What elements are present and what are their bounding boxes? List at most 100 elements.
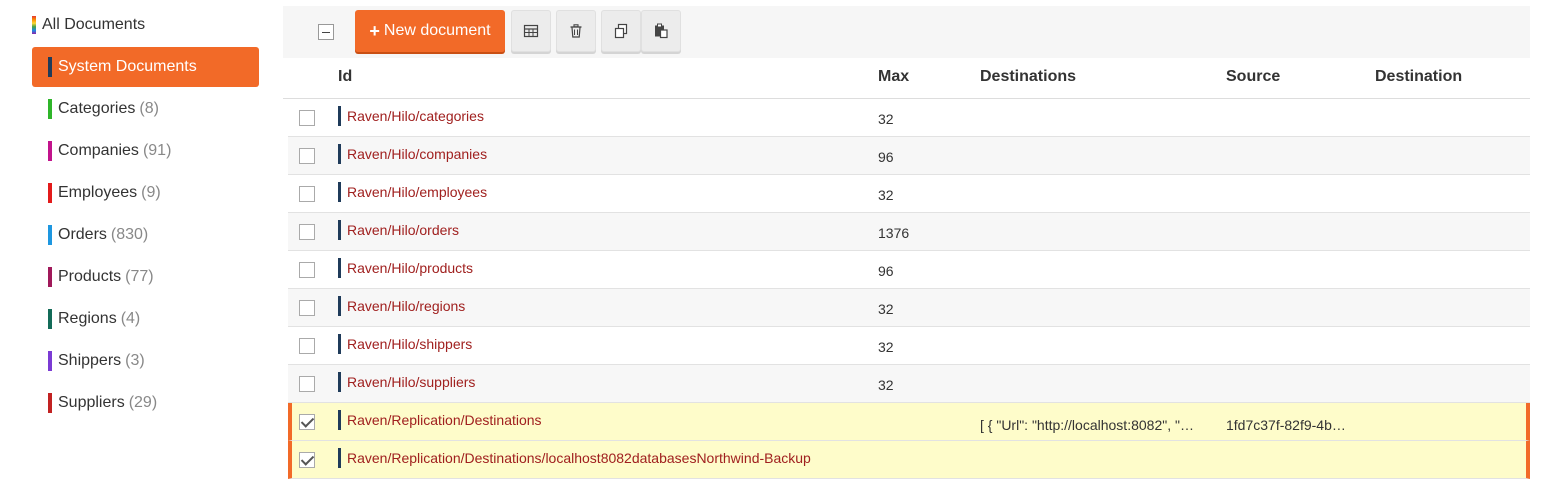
- table-icon: [523, 24, 539, 38]
- row-checkbox[interactable]: [299, 338, 315, 354]
- rainbow-icon: [32, 16, 36, 34]
- sidebar-item-system-documents[interactable]: System Documents: [32, 47, 259, 87]
- max-cell: 96: [878, 149, 894, 165]
- new-document-label: New document: [383, 22, 491, 39]
- trash-icon: [570, 24, 582, 38]
- sidebar-item-count: (3): [125, 352, 145, 369]
- row-checkbox[interactable]: [299, 414, 315, 430]
- row-checkbox[interactable]: [299, 186, 315, 202]
- sidebar-item-label: Companies: [58, 142, 139, 159]
- collection-color-bar: [48, 141, 52, 161]
- sidebar-item-orders[interactable]: Orders (830): [32, 215, 259, 255]
- row-checkbox[interactable]: [299, 262, 315, 278]
- new-document-button[interactable]: + New document: [355, 10, 505, 52]
- table-header: Id Max Destinations Source Destination: [283, 58, 1530, 99]
- collection-color-bar: [48, 99, 52, 119]
- column-header-source[interactable]: Source: [1226, 68, 1280, 86]
- sidebar-item-count: (830): [110, 226, 149, 243]
- row-checkbox[interactable]: [299, 148, 315, 164]
- column-header-destinations[interactable]: Destinations: [980, 68, 1076, 86]
- max-cell: 32: [878, 187, 894, 203]
- max-cell: 32: [878, 301, 894, 317]
- table-row[interactable]: Raven/Hilo/suppliers 32: [288, 365, 1530, 403]
- collection-color-bar: [48, 267, 52, 287]
- document-id-link[interactable]: Raven/Hilo/employees: [347, 184, 487, 200]
- sidebar-item-label: Products: [58, 268, 122, 285]
- table-row[interactable]: Raven/Hilo/shippers 32: [288, 327, 1530, 365]
- collection-color-bar: [338, 182, 341, 202]
- collection-color-bar: [338, 220, 341, 240]
- collection-color-bar: [338, 258, 341, 278]
- document-id-link[interactable]: Raven/Hilo/orders: [347, 222, 459, 238]
- sidebar-item-label: Orders: [58, 226, 107, 243]
- sidebar-item-label: Categories: [58, 100, 136, 117]
- collection-color-bar: [48, 57, 52, 77]
- collection-color-bar: [338, 106, 341, 126]
- collection-color-bar: [48, 351, 52, 371]
- plus-icon: +: [369, 20, 380, 41]
- max-cell: 32: [878, 339, 894, 355]
- sidebar-item-regions[interactable]: Regions (4): [32, 299, 259, 339]
- table-row[interactable]: Raven/Hilo/orders 1376: [288, 213, 1530, 251]
- collection-color-bar: [338, 372, 341, 392]
- table-row[interactable]: Raven/Hilo/employees 32: [288, 175, 1530, 213]
- select-all-checkbox[interactable]: [318, 24, 334, 40]
- sidebar-item-products[interactable]: Products (77): [32, 257, 259, 297]
- all-documents-link[interactable]: All Documents: [32, 14, 145, 36]
- document-id-link[interactable]: Raven/Replication/Destinations/localhost…: [347, 450, 811, 466]
- row-checkbox[interactable]: [299, 224, 315, 240]
- sidebar-item-shippers[interactable]: Shippers (3): [32, 341, 259, 381]
- destinations-cell: [ { "Url": "http://localhost:8082", "…: [980, 417, 1194, 433]
- sidebar-item-employees[interactable]: Employees (9): [32, 173, 259, 213]
- sidebar-item-companies[interactable]: Companies (91): [32, 131, 259, 171]
- sidebar-item-count: (9): [141, 184, 161, 201]
- collection-color-bar: [48, 183, 52, 203]
- sidebar-item-count: (77): [125, 268, 154, 285]
- document-id-link[interactable]: Raven/Hilo/suppliers: [347, 374, 475, 390]
- copy-button[interactable]: [601, 10, 641, 52]
- sidebar-item-count: (29): [128, 394, 158, 411]
- document-id-link[interactable]: Raven/Hilo/regions: [347, 298, 465, 314]
- document-id-link[interactable]: Raven/Hilo/shippers: [347, 336, 472, 352]
- sidebar-item-label: System Documents: [58, 58, 197, 75]
- toolbar: + New document: [283, 6, 1530, 58]
- table-view-button[interactable]: [511, 10, 551, 52]
- sidebar-item-count: (8): [139, 100, 159, 117]
- table-row[interactable]: Raven/Hilo/companies 96: [288, 137, 1530, 175]
- document-id-link[interactable]: Raven/Hilo/categories: [347, 108, 484, 124]
- table-row-selected[interactable]: Raven/Replication/Destinations [ { "Url"…: [288, 403, 1530, 441]
- sidebar-item-categories[interactable]: Categories (8): [32, 89, 259, 129]
- collection-color-bar: [338, 448, 341, 468]
- copy-icon: [614, 23, 628, 39]
- collection-color-bar: [48, 309, 52, 329]
- max-cell: 1376: [878, 225, 910, 241]
- table-row-selected[interactable]: Raven/Replication/Destinations/localhost…: [288, 441, 1530, 479]
- table-row[interactable]: Raven/Hilo/products 96: [288, 251, 1530, 289]
- collection-color-bar: [338, 334, 341, 354]
- row-checkbox[interactable]: [299, 110, 315, 126]
- collection-color-bar: [48, 393, 52, 413]
- column-header-max[interactable]: Max: [878, 68, 909, 86]
- document-id-link[interactable]: Raven/Hilo/products: [347, 260, 473, 276]
- delete-button[interactable]: [556, 10, 596, 52]
- column-header-destination[interactable]: Destination: [1375, 68, 1462, 86]
- max-cell: 96: [878, 263, 894, 279]
- max-cell: 32: [878, 377, 894, 393]
- row-checkbox[interactable]: [299, 300, 315, 316]
- sidebar-item-label: Shippers: [58, 352, 122, 369]
- row-checkbox[interactable]: [299, 376, 315, 392]
- documents-panel: + New document Id Max Destinations Sourc…: [283, 6, 1530, 489]
- column-header-id[interactable]: Id: [338, 68, 352, 86]
- source-cell: 1fd7c37f-82f9-4b…: [1226, 417, 1346, 433]
- row-checkbox[interactable]: [299, 452, 315, 468]
- sidebar-item-label: Regions: [58, 310, 117, 327]
- document-id-link[interactable]: Raven/Hilo/companies: [347, 146, 487, 162]
- sidebar-item-count: (91): [142, 142, 172, 159]
- document-id-link[interactable]: Raven/Replication/Destinations: [347, 412, 542, 428]
- sidebar-item-suppliers[interactable]: Suppliers (29): [32, 383, 259, 423]
- paste-button[interactable]: [641, 10, 681, 52]
- collection-color-bar: [338, 144, 341, 164]
- sidebar-item-count: (4): [120, 310, 141, 327]
- table-row[interactable]: Raven/Hilo/categories 32: [288, 99, 1530, 137]
- table-row[interactable]: Raven/Hilo/regions 32: [288, 289, 1530, 327]
